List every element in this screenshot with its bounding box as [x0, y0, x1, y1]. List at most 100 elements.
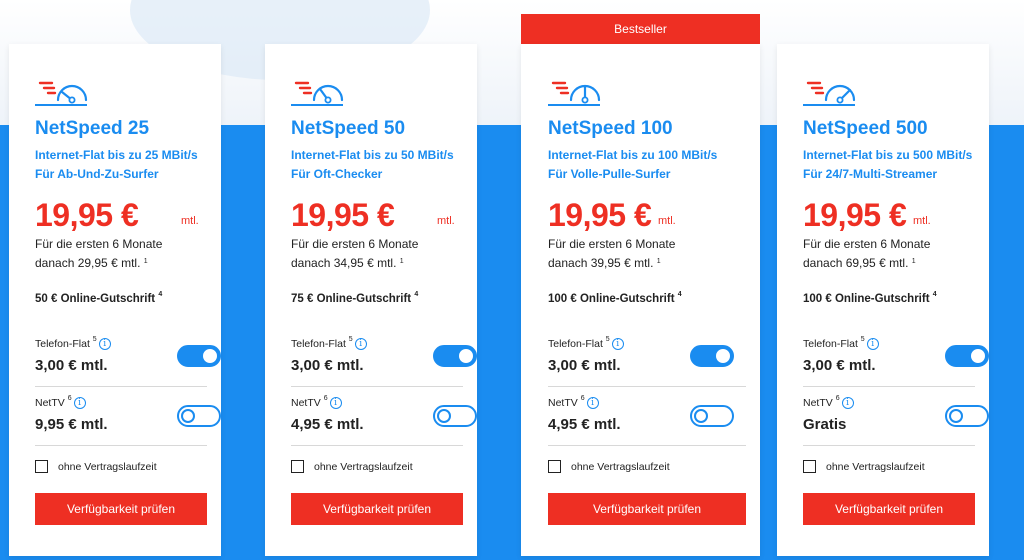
plan-description: Internet-Flat bis zu 100 MBit/s Für Voll…	[548, 146, 717, 184]
plan-name: NetSpeed 25	[35, 118, 150, 139]
info-icon[interactable]: i	[841, 397, 854, 410]
online-credit: 100 € Online-Gutschrift 4	[548, 291, 682, 305]
plan-description: Internet-Flat bis zu 25 MBit/s Für Ab-Un…	[35, 146, 198, 184]
toggle-knob	[694, 409, 708, 423]
price-unit: mtl.	[437, 215, 455, 227]
no-contract-option[interactable]: ohne Vertragslaufzeit	[35, 460, 157, 473]
plan-audience-text: Für Volle-Pulle-Surfer	[548, 167, 671, 181]
no-contract-checkbox[interactable]	[548, 460, 561, 473]
info-icon[interactable]: i	[866, 338, 879, 351]
tv-toggle[interactable]	[690, 405, 734, 427]
no-contract-label: ohne Vertragslaufzeit	[314, 460, 413, 473]
info-icon[interactable]: i	[586, 397, 599, 410]
regular-price-text: danach 29,95 € mtl. 1	[35, 256, 148, 270]
phone-option-label: Telefon-Flat 5i	[291, 336, 367, 351]
plan-price: 19,95 €	[291, 197, 395, 233]
phone-option-label: Telefon-Flat 5i	[803, 336, 879, 351]
plan-speed-text: Internet-Flat bis zu 50 MBit/s	[291, 148, 454, 162]
no-contract-option[interactable]: ohne Vertragslaufzeit	[803, 460, 925, 473]
intro-period-text: Für die ersten 6 Monate	[291, 237, 419, 251]
speed-gauge-icon	[551, 81, 601, 104]
online-credit: 75 € Online-Gutschrift 4	[291, 291, 419, 305]
phone-option-price: 3,00 € mtl.	[291, 357, 364, 374]
plan-card-netspeed-25: NetSpeed 25 Internet-Flat bis zu 25 MBit…	[9, 44, 221, 556]
info-icon[interactable]: i	[73, 397, 86, 410]
info-icon[interactable]: i	[354, 338, 367, 351]
tv-option-price: 9,95 € mtl.	[35, 416, 108, 433]
divider	[291, 386, 463, 387]
no-contract-option[interactable]: ohne Vertragslaufzeit	[291, 460, 413, 473]
plan-audience-text: Für Oft-Checker	[291, 167, 383, 181]
plan-price: 19,95 €	[548, 197, 652, 233]
toggle-knob	[459, 349, 473, 363]
divider	[291, 445, 463, 446]
phone-option-price: 3,00 € mtl.	[35, 357, 108, 374]
plan-name: NetSpeed 50	[291, 118, 406, 139]
check-availability-button[interactable]: Verfügbarkeit prüfen	[291, 493, 463, 525]
divider	[548, 386, 746, 387]
intro-period-text: Für die ersten 6 Monate	[548, 237, 676, 251]
info-icon[interactable]: i	[98, 338, 111, 351]
plan-card-netspeed-500: NetSpeed 500 Internet-Flat bis zu 500 MB…	[777, 44, 989, 556]
divider	[548, 445, 746, 446]
regular-price-text: danach 39,95 € mtl. 1	[548, 256, 661, 270]
regular-price-text: danach 34,95 € mtl. 1	[291, 256, 404, 270]
online-credit: 100 € Online-Gutschrift 4	[803, 291, 937, 305]
toggle-knob	[437, 409, 451, 423]
phone-toggle[interactable]	[690, 345, 734, 367]
tv-option-price: 4,95 € mtl.	[548, 416, 621, 433]
toggle-knob	[181, 409, 195, 423]
bestseller-badge: Bestseller	[521, 14, 760, 44]
tv-option-label: NetTV 6i	[548, 395, 599, 410]
price-subtext: Für die ersten 6 Monate danach 29,95 € m…	[35, 235, 162, 273]
plan-price: 19,95 €	[803, 197, 907, 233]
plan-name: NetSpeed 500	[803, 118, 928, 139]
phone-toggle[interactable]	[433, 345, 477, 367]
check-availability-button[interactable]: Verfügbarkeit prüfen	[548, 493, 746, 525]
intro-period-text: Für die ersten 6 Monate	[35, 237, 163, 251]
no-contract-label: ohne Vertragslaufzeit	[58, 460, 157, 473]
plan-description: Internet-Flat bis zu 500 MBit/s Für 24/7…	[803, 146, 972, 184]
price-unit: mtl.	[658, 215, 676, 227]
check-availability-button[interactable]: Verfügbarkeit prüfen	[35, 493, 207, 525]
price-subtext: Für die ersten 6 Monate danach 69,95 € m…	[803, 235, 930, 273]
tv-option-label: NetTV 6i	[803, 395, 854, 410]
toggle-knob	[949, 409, 963, 423]
price-unit: mtl.	[181, 215, 199, 227]
no-contract-option[interactable]: ohne Vertragslaufzeit	[548, 460, 670, 473]
regular-price-text: danach 69,95 € mtl. 1	[803, 256, 916, 270]
price-subtext: Für die ersten 6 Monate danach 39,95 € m…	[548, 235, 675, 273]
phone-toggle[interactable]	[177, 345, 221, 367]
divider	[35, 445, 207, 446]
toggle-knob	[716, 349, 730, 363]
tv-toggle[interactable]	[177, 405, 221, 427]
toggle-knob	[203, 349, 217, 363]
phone-option-price: 3,00 € mtl.	[548, 357, 621, 374]
tv-option-price: Gratis	[803, 416, 847, 433]
tv-toggle[interactable]	[433, 405, 477, 427]
phone-option-label: Telefon-Flat 5i	[548, 336, 624, 351]
gauge-underline	[35, 104, 87, 106]
gauge-underline	[803, 104, 855, 106]
no-contract-checkbox[interactable]	[803, 460, 816, 473]
plan-audience-text: Für Ab-Und-Zu-Surfer	[35, 167, 159, 181]
gauge-underline	[291, 104, 343, 106]
info-icon[interactable]: i	[329, 397, 342, 410]
phone-toggle[interactable]	[945, 345, 989, 367]
plan-audience-text: Für 24/7-Multi-Streamer	[803, 167, 938, 181]
tv-option-price: 4,95 € mtl.	[291, 416, 364, 433]
no-contract-checkbox[interactable]	[291, 460, 304, 473]
check-availability-button[interactable]: Verfügbarkeit prüfen	[803, 493, 975, 525]
plan-speed-text: Internet-Flat bis zu 500 MBit/s	[803, 148, 973, 162]
plan-price: 19,95 €	[35, 197, 139, 233]
plan-speed-text: Internet-Flat bis zu 100 MBit/s	[548, 148, 718, 162]
speed-gauge-icon	[38, 81, 88, 104]
no-contract-checkbox[interactable]	[35, 460, 48, 473]
tv-toggle[interactable]	[945, 405, 989, 427]
speed-gauge-icon	[294, 81, 344, 104]
phone-option-price: 3,00 € mtl.	[803, 357, 876, 374]
toggle-knob	[971, 349, 985, 363]
tv-option-label: NetTV 6i	[291, 395, 342, 410]
info-icon[interactable]: i	[611, 338, 624, 351]
intro-period-text: Für die ersten 6 Monate	[803, 237, 931, 251]
